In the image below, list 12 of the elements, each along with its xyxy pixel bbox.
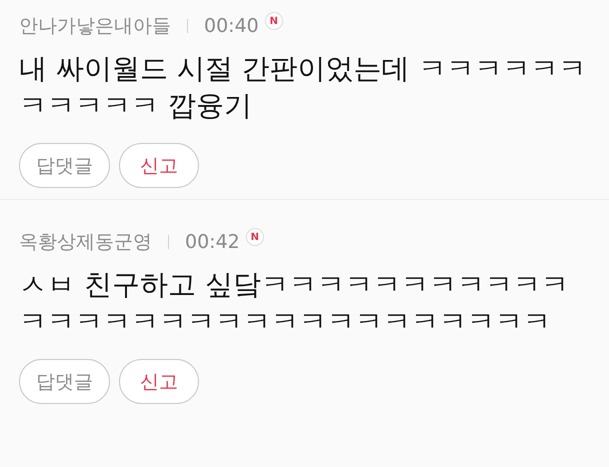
report-button[interactable]: 신고 — [119, 359, 199, 404]
reply-button[interactable]: 답댓글 — [19, 359, 110, 404]
author-name: 옥황상제동군영 — [19, 230, 152, 255]
timestamp: 00:40 — [204, 15, 259, 37]
author-name: 안나가낳은내아들 — [19, 14, 171, 39]
comment-text: 내 싸이월드 시절 간판이었는데 ㅋㅋㅋㅋㅋㅋㅋㅋㅋㅋㅋ 깝융기 — [19, 51, 588, 124]
report-button[interactable]: 신고 — [119, 143, 199, 188]
new-badge: N — [246, 228, 264, 246]
new-badge: N — [264, 12, 283, 30]
timestamp: 00:42 — [185, 231, 240, 253]
comment-text: ㅅㅂ 친구하고 싶닼ㅋㅋㅋㅋㅋㅋㅋㅋㅋㅋㅋㅋㅋㅋㅋㅋㅋㅋㅋㅋㅋㅋㅋㅋㅋㅋㅋㅋㅋㅋ — [19, 267, 570, 340]
reply-button[interactable]: 답댓글 — [19, 143, 110, 188]
